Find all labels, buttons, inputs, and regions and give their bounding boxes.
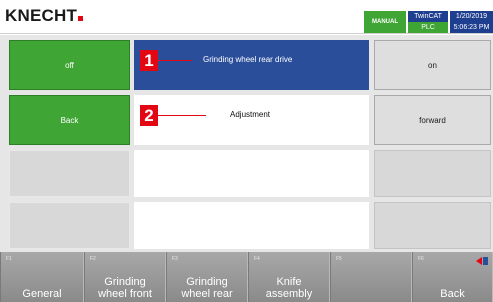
list-item-empty-3[interactable]	[134, 150, 369, 197]
fkey-label: Grinding wheel front	[98, 276, 152, 300]
fkey-label: Grinding wheel rear	[181, 276, 233, 300]
f1-general-button[interactable]: F1 General	[0, 252, 84, 302]
logo-dot-icon	[78, 16, 84, 21]
callout-marker-1: 1	[140, 50, 158, 71]
empty-left-button-4[interactable]	[9, 202, 130, 249]
function-key-bar: F1 General F2 Grinding wheel front F3 Gr…	[0, 252, 493, 302]
f6-back-button[interactable]: F6 Back	[412, 252, 493, 302]
fkey-number: F4	[254, 256, 260, 262]
fkey-number: F5	[336, 256, 342, 262]
callout-marker-2: 2	[140, 105, 158, 126]
off-button[interactable]: off	[9, 40, 130, 90]
time-display: 5:06:23 PM	[450, 22, 493, 33]
f2-grinding-wheel-front-button[interactable]: F2 Grinding wheel front	[84, 252, 166, 302]
fkey-number: F6	[418, 256, 424, 262]
back-left-button[interactable]: Back	[9, 95, 130, 145]
list-item-adjustment[interactable]: 2 Adjustment	[134, 95, 369, 145]
plc-status: PLC	[408, 22, 448, 33]
list-item-empty-4[interactable]	[134, 202, 369, 249]
callout-line-2	[158, 115, 206, 116]
twincat-status: TwinCAT	[408, 11, 448, 22]
fkey-label: General	[22, 288, 62, 300]
f4-knife-assembly-button[interactable]: F4 Knife assembly	[248, 252, 330, 302]
callout-line-1	[158, 60, 192, 61]
fkey-number: F2	[90, 256, 96, 262]
list-item-grinding-wheel-rear-drive[interactable]: 1 Grinding wheel rear drive	[134, 40, 369, 90]
f5-empty-button[interactable]: F5	[330, 252, 412, 302]
back-arrow-icon	[476, 257, 488, 265]
fkey-label: Knife assembly	[265, 276, 313, 300]
forward-button[interactable]: forward	[374, 95, 491, 145]
empty-right-button-4[interactable]	[374, 202, 491, 249]
knecht-logo: KNECHT	[5, 6, 84, 26]
empty-left-button-3[interactable]	[9, 150, 130, 197]
fkey-number: F3	[172, 256, 178, 262]
fkey-label: Back	[440, 288, 465, 300]
row-label: Adjustment	[230, 110, 271, 119]
fkey-number: F1	[6, 256, 12, 262]
control-grid: off Back 1 Grinding wheel rear drive 2 A…	[0, 35, 493, 252]
empty-right-button-3[interactable]	[374, 150, 491, 197]
header-bar: KNECHT MANUAL TwinCAT PLC 1/20/2019 5:06…	[0, 0, 493, 34]
date-display: 1/20/2019	[450, 11, 493, 22]
f3-grinding-wheel-rear-button[interactable]: F3 Grinding wheel rear	[166, 252, 248, 302]
on-button[interactable]: on	[374, 40, 491, 90]
row-label: Grinding wheel rear drive	[203, 55, 293, 64]
mode-indicator: MANUAL	[364, 11, 406, 33]
